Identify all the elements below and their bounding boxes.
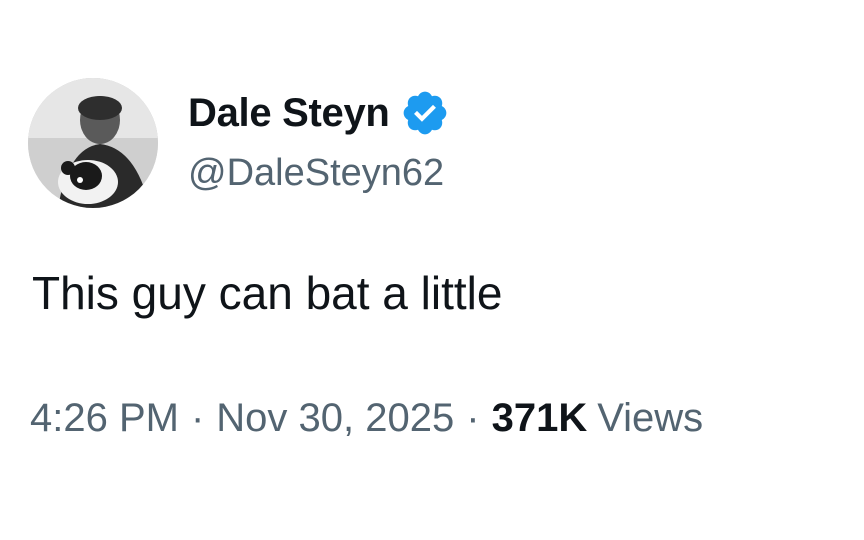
tweet-meta: 4:26 PM · Nov 30, 2025 · 371K Views (30, 396, 703, 441)
avatar-photo (28, 78, 158, 208)
tweet-text: This guy can bat a little (32, 267, 503, 319)
author-handle[interactable]: @DaleSteyn62 (188, 152, 444, 195)
verified-badge-icon[interactable] (400, 88, 450, 138)
meta-separator: · (190, 396, 205, 440)
meta-separator: · (466, 396, 480, 440)
avatar[interactable] (28, 78, 158, 208)
views-count[interactable]: 371K (492, 396, 588, 441)
tweet-date[interactable]: Nov 30, 2025 (216, 396, 454, 441)
tweet-time[interactable]: 4:26 PM (30, 396, 179, 441)
views-label: Views (597, 396, 704, 440)
display-name[interactable]: Dale Steyn (188, 91, 390, 136)
tweet-card: Dale Steyn @DaleSteyn62 This guy can bat… (0, 0, 864, 540)
author-name-row: Dale Steyn (188, 86, 450, 140)
